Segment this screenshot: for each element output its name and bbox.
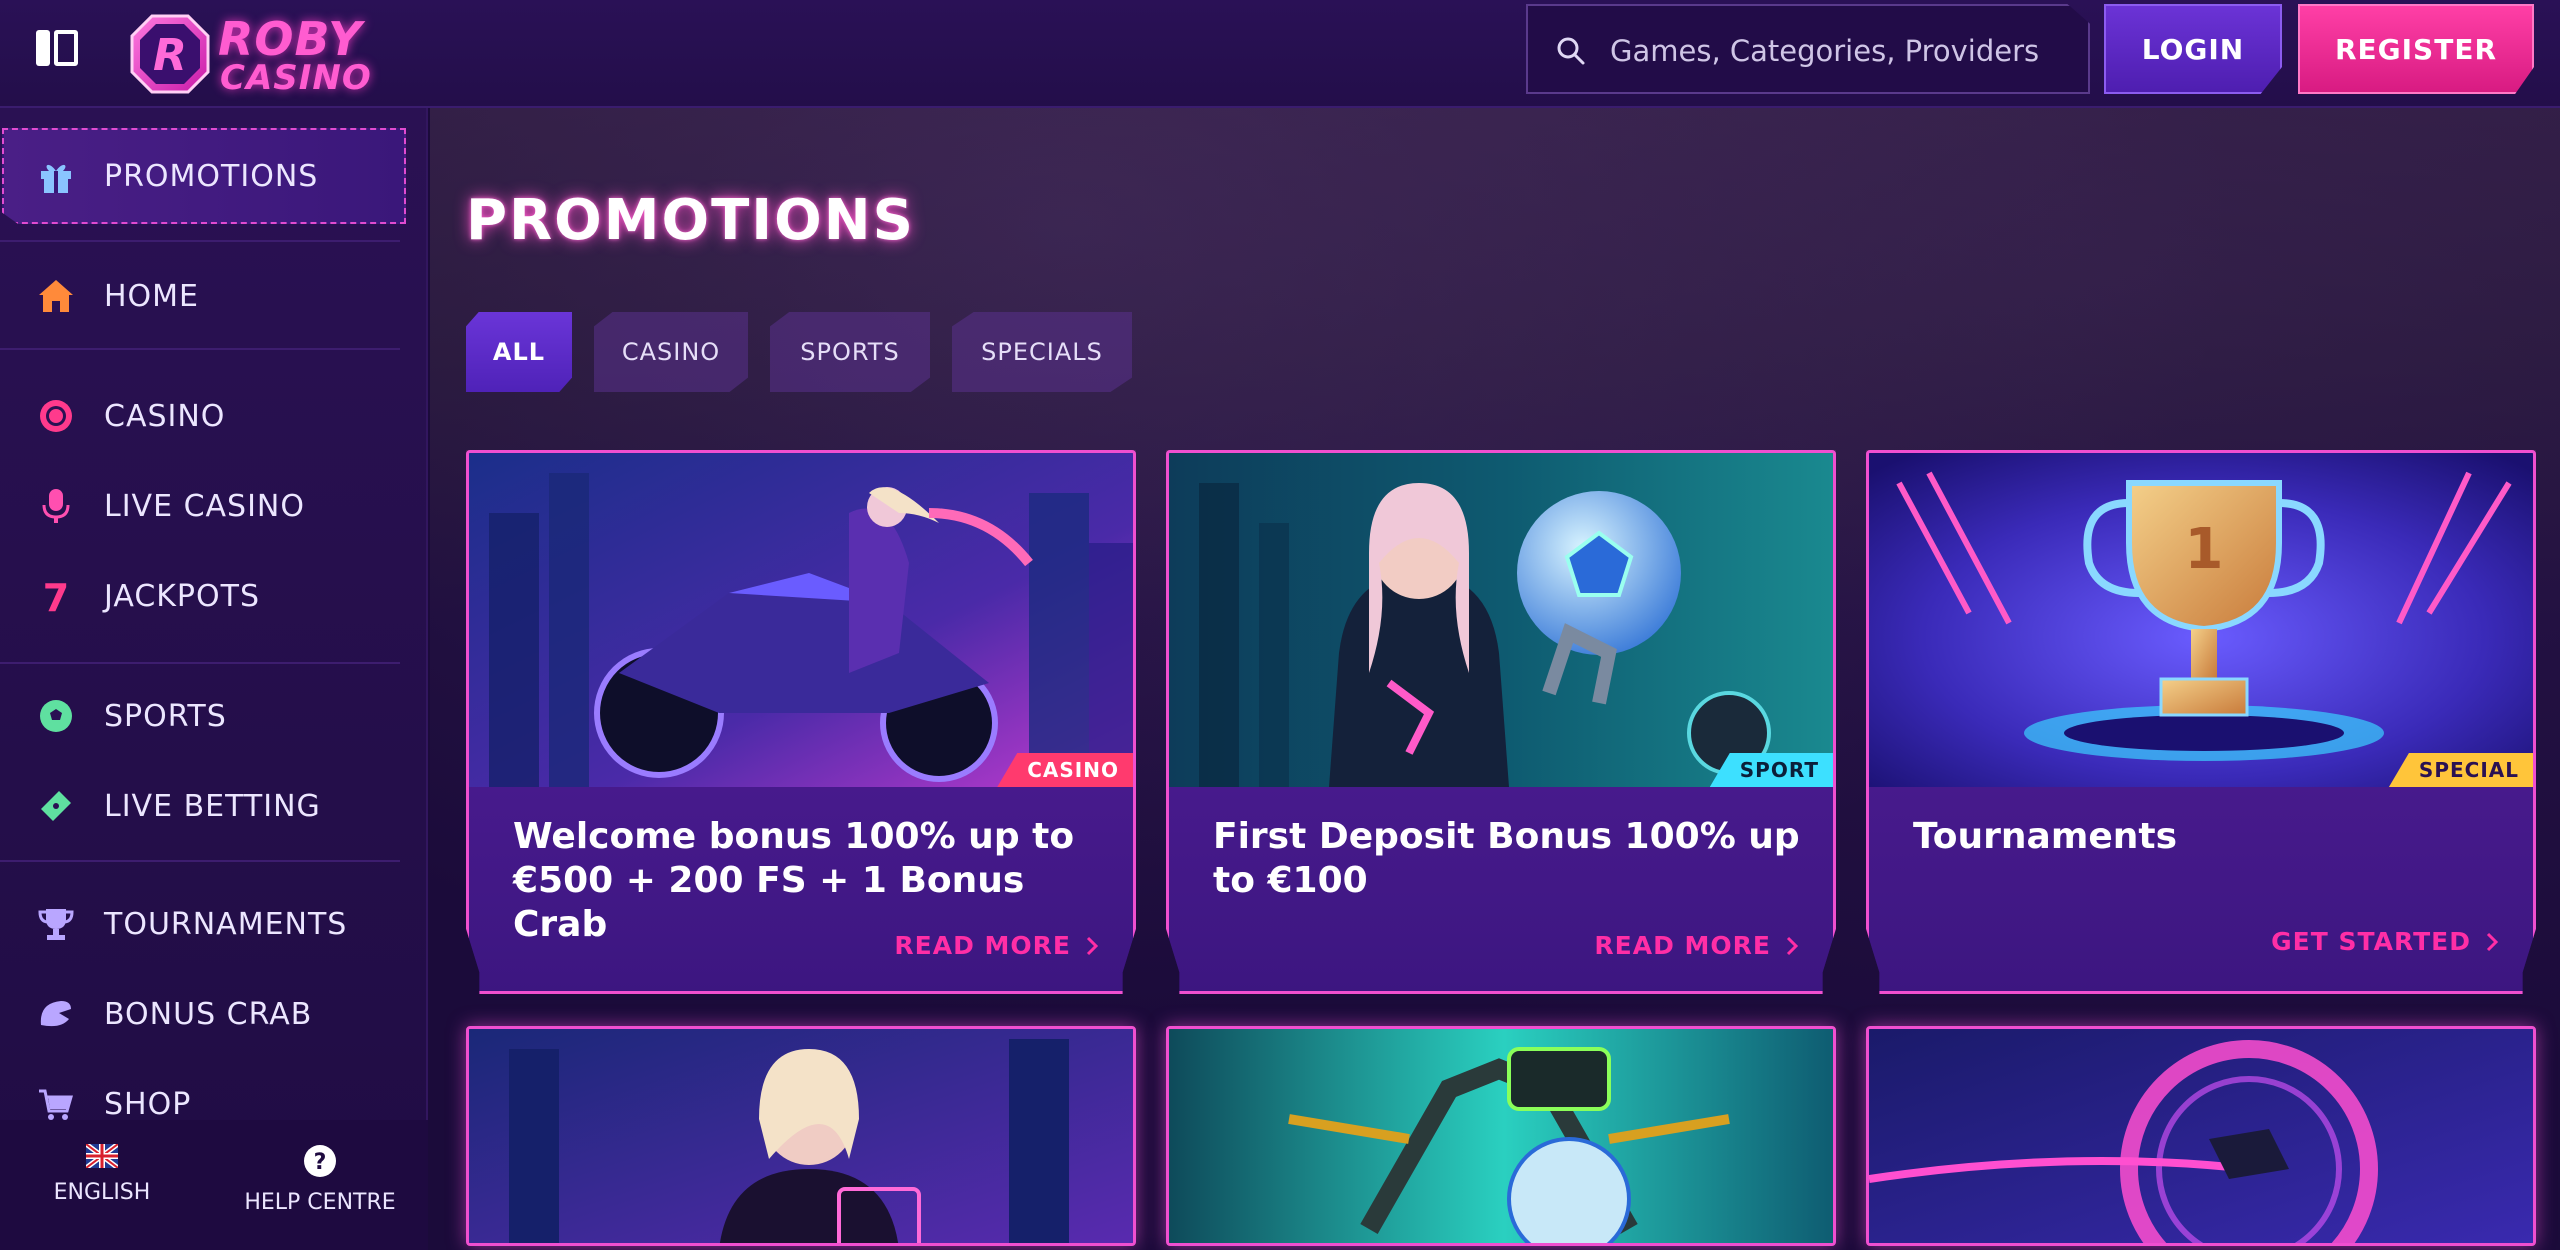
register-button[interactable]: REGISTER bbox=[2298, 4, 2534, 94]
promo-card-partial[interactable] bbox=[1166, 1026, 1836, 1246]
page-title: PROMOTIONS bbox=[466, 188, 915, 253]
help-icon: ? bbox=[304, 1145, 336, 1177]
seven-icon: 7 bbox=[36, 576, 76, 616]
svg-text:R: R bbox=[153, 30, 187, 81]
cta-label: GET STARTED bbox=[2271, 927, 2471, 956]
sidebar-toggle-icon[interactable] bbox=[36, 30, 78, 66]
promo-title: Tournaments bbox=[1913, 816, 2178, 857]
sidebar-item-casino[interactable]: CASINO bbox=[0, 376, 404, 456]
chevron-right-icon bbox=[1786, 936, 1799, 955]
category-badge-special: SPECIAL bbox=[2388, 753, 2533, 787]
sidebar-item-bonus-crab[interactable]: BONUS CRAB bbox=[0, 974, 404, 1054]
category-badge-sport: SPORT bbox=[1709, 753, 1833, 787]
promo-card-body: Tournaments GET STARTED bbox=[1869, 787, 2533, 991]
sidebar-item-label: LIVE CASINO bbox=[104, 488, 305, 524]
promo-image-soccer-ball: SPORT bbox=[1169, 453, 1833, 787]
sidebar-item-label: LIVE BETTING bbox=[104, 788, 321, 824]
promo-card-welcome-bonus[interactable]: CASINO Welcome bonus 100% up to €500 + 2… bbox=[466, 450, 1136, 994]
language-selector[interactable]: ENGLISH bbox=[52, 1142, 152, 1205]
uk-flag-icon bbox=[84, 1142, 120, 1170]
read-more-link[interactable]: READ MORE bbox=[894, 931, 1099, 960]
tab-casino[interactable]: CASINO bbox=[594, 312, 748, 392]
live-casino-icon bbox=[36, 486, 76, 526]
sidebar-item-live-casino[interactable]: LIVE CASINO bbox=[0, 466, 404, 546]
search-box[interactable] bbox=[1526, 4, 2090, 94]
sidebar-item-promotions-row[interactable]: PROMOTIONS bbox=[0, 136, 404, 216]
sidebar-divider bbox=[0, 860, 400, 862]
sidebar: PROMOTIONS HOME CASINO LIVE CASINO 7 JAC… bbox=[0, 108, 428, 1250]
svg-text:7: 7 bbox=[43, 577, 69, 615]
sidebar-item-jackpots[interactable]: 7 JACKPOTS bbox=[0, 556, 404, 636]
help-centre-link[interactable]: ? HELP CENTRE bbox=[240, 1144, 400, 1215]
sidebar-item-label: BONUS CRAB bbox=[104, 996, 313, 1032]
sidebar-item-label: HOME bbox=[104, 278, 200, 314]
promo-image-robot-ball bbox=[1169, 1029, 1833, 1243]
get-started-link[interactable]: GET STARTED bbox=[2271, 927, 2499, 956]
search-icon bbox=[1557, 37, 1585, 65]
svg-text:?: ? bbox=[314, 1150, 327, 1175]
tab-all[interactable]: ALL bbox=[466, 312, 572, 392]
promo-card-body: First Deposit Bonus 100% up to €100 READ… bbox=[1169, 787, 1833, 991]
sidebar-item-label: JACKPOTS bbox=[104, 578, 261, 614]
promo-card-first-deposit[interactable]: SPORT First Deposit Bonus 100% up to €10… bbox=[1166, 450, 1836, 994]
chevron-right-icon bbox=[1086, 936, 1099, 955]
trophy-icon bbox=[36, 904, 76, 944]
tab-specials[interactable]: SPECIALS bbox=[952, 312, 1132, 392]
promo-title: Welcome bonus 100% up to €500 + 200 FS +… bbox=[513, 816, 1075, 945]
crab-claw-icon bbox=[36, 994, 76, 1034]
chevron-right-icon bbox=[2486, 932, 2499, 951]
sidebar-divider bbox=[0, 240, 400, 242]
sidebar-divider bbox=[0, 662, 400, 664]
language-label: ENGLISH bbox=[53, 1180, 151, 1205]
sidebar-item-label: SHOP bbox=[104, 1086, 192, 1122]
sidebar-item-home[interactable]: HOME bbox=[0, 256, 404, 336]
promo-image-neon-loop bbox=[1869, 1029, 2533, 1243]
promo-image-trophy: 1 SPECIAL bbox=[1869, 453, 2533, 787]
roby-casino-logo[interactable]: R ROBY CASINO bbox=[128, 8, 388, 100]
promo-image-slot-jacket bbox=[469, 1029, 1133, 1243]
ticket-icon bbox=[36, 786, 76, 826]
login-button[interactable]: LOGIN bbox=[2104, 4, 2282, 94]
sidebar-divider bbox=[0, 348, 400, 350]
logo-text-casino: CASINO bbox=[220, 58, 372, 98]
category-badge-casino: CASINO bbox=[997, 753, 1133, 787]
read-more-link[interactable]: READ MORE bbox=[1594, 931, 1799, 960]
casino-chip-icon bbox=[36, 396, 76, 436]
sidebar-item-sports[interactable]: SPORTS bbox=[0, 676, 404, 756]
help-label: HELP CENTRE bbox=[244, 1190, 396, 1215]
main-content: PROMOTIONS ALL CASINO SPORTS SPECIALS CA… bbox=[430, 108, 2560, 1250]
sidebar-item-tournaments[interactable]: TOURNAMENTS bbox=[0, 884, 404, 964]
soccer-ball-icon bbox=[36, 696, 76, 736]
top-header: R ROBY CASINO LOGIN REGISTER bbox=[0, 0, 2560, 108]
tab-sports[interactable]: SPORTS bbox=[770, 312, 930, 392]
sidebar-item-label: CASINO bbox=[104, 398, 226, 434]
logo-r-emblem-icon: R bbox=[130, 14, 210, 94]
sidebar-item-live-betting[interactable]: LIVE BETTING bbox=[0, 766, 404, 846]
cta-label: READ MORE bbox=[1594, 931, 1771, 960]
sidebar-item-label: PROMOTIONS bbox=[104, 158, 319, 194]
cta-label: READ MORE bbox=[894, 931, 1071, 960]
promo-image-motorcycle: CASINO bbox=[469, 453, 1133, 787]
promo-card-body: Welcome bonus 100% up to €500 + 200 FS +… bbox=[469, 787, 1133, 991]
gift-icon bbox=[36, 156, 76, 196]
search-input[interactable] bbox=[1610, 24, 2070, 78]
promo-card-tournaments[interactable]: 1 SPECIAL Tournaments GET STARTED bbox=[1866, 450, 2536, 994]
home-icon bbox=[36, 276, 76, 316]
promo-card-partial[interactable] bbox=[1866, 1026, 2536, 1246]
promo-card-partial[interactable] bbox=[466, 1026, 1136, 1246]
cart-icon bbox=[36, 1084, 76, 1124]
sidebar-item-label: TOURNAMENTS bbox=[104, 906, 348, 942]
svg-text:1: 1 bbox=[2185, 517, 2224, 582]
sidebar-item-label: SPORTS bbox=[104, 698, 227, 734]
sidebar-footer: ENGLISH ? HELP CENTRE bbox=[0, 1120, 428, 1250]
promo-title: First Deposit Bonus 100% up to €100 bbox=[1213, 816, 1800, 901]
